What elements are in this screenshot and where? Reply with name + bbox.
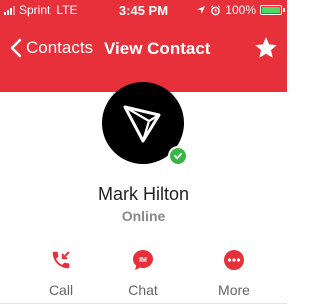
contact-name: Mark Hilton [97, 184, 190, 204]
battery-icon [260, 5, 282, 15]
chat-button[interactable]: IM Chat [108, 248, 178, 298]
phone-callback-icon [52, 251, 70, 269]
more-label: More [218, 282, 250, 298]
more-dots-icon [224, 250, 244, 270]
divider [0, 303, 287, 304]
alarm-icon [211, 5, 221, 15]
contact-status: Online [121, 208, 166, 224]
chat-label: Chat [128, 282, 158, 298]
page-title: View Contact [104, 39, 211, 58]
chat-bubble-icon: IM [133, 250, 153, 270]
svg-text:IM: IM [139, 257, 147, 264]
online-status-badge [168, 146, 188, 166]
battery-percent: 100% [225, 3, 256, 17]
tron-logo-icon [123, 105, 161, 143]
avatar[interactable] [102, 82, 188, 166]
battery-tip [283, 8, 285, 12]
nav-bar: Contacts View Contact [0, 30, 287, 70]
more-button[interactable]: More [199, 248, 269, 298]
header: Sprint LTE 3:45 PM 100% Contacts View Co… [0, 0, 287, 92]
checkmark-icon [174, 153, 182, 160]
back-label: Contacts [26, 38, 94, 57]
location-arrow-icon [197, 6, 206, 14]
action-bar: Call IM Chat More [0, 248, 287, 298]
chevron-left-icon [10, 38, 22, 58]
status-right: 100% [196, 3, 285, 17]
back-button[interactable]: Contacts [10, 38, 93, 58]
call-button[interactable]: Call [26, 248, 96, 298]
call-label: Call [48, 282, 74, 298]
status-bar: Sprint LTE 3:45 PM 100% [0, 0, 287, 22]
star-icon [255, 37, 277, 58]
favorite-button[interactable] [253, 35, 279, 66]
